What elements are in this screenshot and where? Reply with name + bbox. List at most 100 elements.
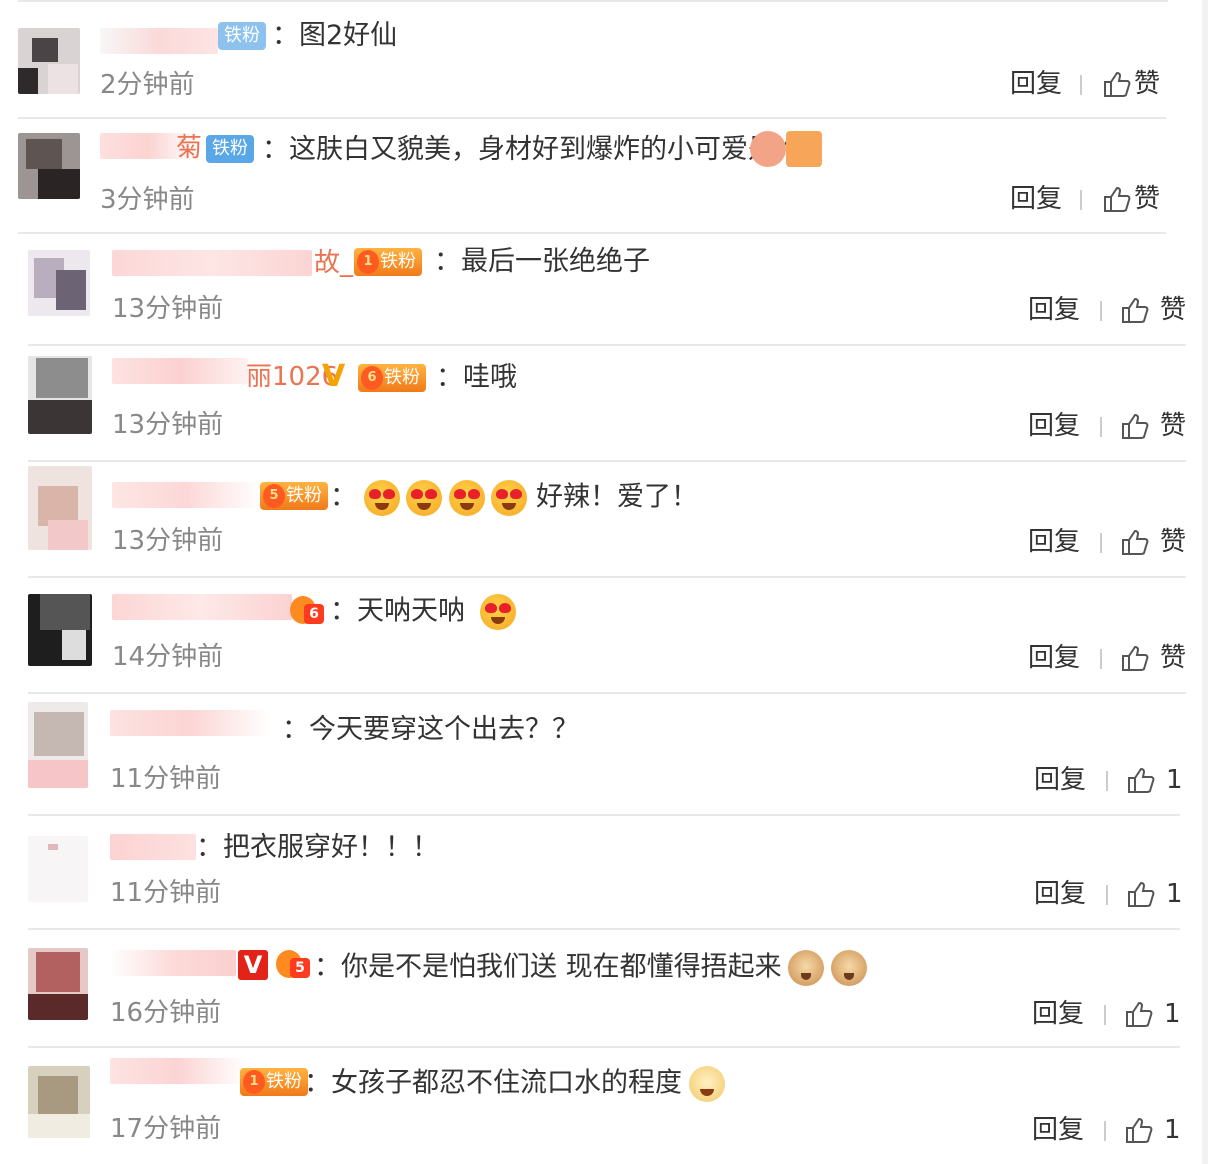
comment-time: 11分钟前 [110, 764, 222, 794]
like-button[interactable]: 赞 [1160, 526, 1186, 558]
avatar[interactable] [28, 594, 92, 666]
username-blurred[interactable] [110, 950, 236, 976]
comment-item: 1 铁粉 ：女孩子都忍不住流口水的程度 17分钟前 回复 1 [28, 1048, 1182, 1162]
divider [1106, 771, 1108, 791]
heart-eyes-emoji-icon [491, 480, 528, 516]
username-tail[interactable]: 菊 [176, 133, 202, 163]
comment-actions: 回复 赞 [1028, 526, 1188, 558]
username-blurred[interactable] [110, 1058, 246, 1084]
username-blurred[interactable] [112, 594, 292, 620]
like-count[interactable]: 1 [1164, 1114, 1181, 1146]
like-count[interactable]: 1 [1166, 764, 1183, 796]
like-button[interactable]: 赞 [1160, 410, 1186, 442]
reply-button[interactable]: 回复 [1032, 1114, 1084, 1146]
comment-text: ：你是不是怕我们送 现在都懂得捂起来 [314, 950, 867, 986]
reply-button[interactable]: 回复 [1032, 998, 1084, 1030]
reply-button[interactable]: 回复 [1028, 526, 1080, 558]
fan-badge: 铁粉 [206, 135, 254, 163]
comment-time: 13分钟前 [112, 294, 224, 324]
thumbs-up-icon[interactable] [1102, 70, 1132, 98]
avatar[interactable] [28, 1066, 90, 1138]
username-blurred[interactable] [100, 28, 218, 54]
reply-button[interactable]: 回复 [1034, 878, 1086, 910]
divider [1104, 1005, 1106, 1025]
divider [1100, 649, 1102, 669]
scrollbar-track[interactable] [1202, 0, 1208, 1164]
comment-text: ：这肤白又貌美，身材好到爆炸的小可爱是谁 [262, 134, 802, 165]
username-blurred[interactable] [112, 482, 260, 508]
comment-actions: 回复 赞 [1028, 410, 1188, 442]
avatar[interactable] [28, 356, 92, 434]
fan-badge: 5 铁粉 [260, 482, 328, 510]
comment-item: V 5 ：你是不是怕我们送 现在都懂得捂起来 16分钟前 回复 1 [28, 930, 1181, 1048]
comment-text: ：把衣服穿好！！！ [196, 832, 439, 863]
comment-time: 2分钟前 [100, 70, 195, 100]
avatar[interactable] [18, 28, 80, 94]
comment-item: 5 铁粉 ： 好辣！爱了！ 13分钟前 回复 赞 [28, 462, 1186, 578]
comment-item: 铁粉 ：图2好仙 2分钟前 回复 赞 [18, 2, 1166, 119]
reply-button[interactable]: 回复 [1034, 764, 1086, 796]
avatar[interactable] [28, 948, 88, 1020]
username-tail[interactable]: 故_ [314, 248, 353, 278]
reply-button[interactable]: 回复 [1010, 183, 1062, 215]
comment-time: 16分钟前 [110, 998, 222, 1028]
divider [1080, 75, 1082, 95]
like-button[interactable]: 赞 [1134, 68, 1160, 100]
reply-button[interactable]: 回复 [1028, 642, 1080, 674]
comment-time: 13分钟前 [112, 410, 224, 440]
thumbs-up-icon[interactable] [1120, 412, 1150, 440]
comment-text: ：图2好仙 [272, 20, 398, 51]
fan-badge: 6 铁粉 [358, 364, 426, 392]
dog-emoji-icon [688, 1066, 725, 1102]
divider [1080, 190, 1082, 210]
username-blurred[interactable] [110, 834, 196, 860]
avatar[interactable] [28, 250, 90, 316]
like-button[interactable]: 赞 [1160, 294, 1186, 326]
crown-badge-icon: 5 [263, 484, 285, 508]
avatar[interactable] [28, 702, 88, 788]
comment-text: ：天呐天呐 [330, 594, 516, 630]
cat-emoji-icon [830, 950, 867, 986]
like-button[interactable]: 赞 [1160, 642, 1186, 674]
like-count[interactable]: 1 [1164, 998, 1181, 1030]
comment-item: 丽1026 V 6 铁粉 ：哇哦 13分钟前 回复 赞 [28, 346, 1186, 462]
thumbs-up-icon[interactable] [1120, 528, 1150, 556]
fan-badge: 1 铁粉 [240, 1068, 308, 1096]
comment-actions: 回复 1 [1032, 1114, 1182, 1146]
fan-badge: 1 铁粉 [354, 248, 422, 276]
comment-item: ：今天要穿这个出去？？ 11分钟前 回复 1 [28, 694, 1183, 816]
thumbs-up-icon[interactable] [1120, 644, 1150, 672]
comment-time: 3分钟前 [100, 185, 195, 215]
comment-time: 17分钟前 [110, 1114, 222, 1144]
comment-actions: 回复 赞 [1010, 183, 1170, 215]
thumbs-up-icon[interactable] [1102, 185, 1132, 213]
comment-item: 故_ 1 铁粉 ：最后一张绝绝子 13分钟前 回复 赞 [28, 234, 1186, 346]
crown-badge-icon: 1 [243, 1070, 265, 1094]
like-count[interactable]: 1 [1166, 878, 1183, 910]
avatar[interactable] [18, 133, 80, 199]
avatar[interactable] [28, 466, 92, 550]
heart-eyes-emoji-icon [406, 480, 443, 516]
thumbs-up-icon[interactable] [1124, 1000, 1154, 1028]
divider [1100, 417, 1102, 437]
avatar[interactable] [28, 836, 88, 902]
like-button[interactable]: 赞 [1134, 183, 1160, 215]
reaction-emoji-icon [786, 131, 822, 167]
thumbs-up-icon[interactable] [1120, 296, 1150, 324]
thumbs-up-icon[interactable] [1126, 766, 1156, 794]
comment-actions: 回复 1 [1034, 764, 1184, 796]
comment-actions: 回复 1 [1034, 878, 1184, 910]
reaction-emoji-icon [750, 131, 786, 167]
crown-badge-icon: 6 [361, 366, 383, 390]
thumbs-up-icon[interactable] [1126, 880, 1156, 908]
reply-button[interactable]: 回复 [1010, 68, 1062, 100]
username-blurred[interactable] [112, 250, 312, 276]
username-blurred[interactable] [110, 710, 270, 736]
comment-time: 11分钟前 [110, 878, 222, 908]
username-blurred[interactable] [112, 358, 248, 384]
thumbs-up-icon[interactable] [1124, 1116, 1154, 1144]
comment-actions: 回复 赞 [1028, 642, 1188, 674]
reply-button[interactable]: 回复 [1028, 294, 1080, 326]
colon-text: ：你是不是怕我们送 现在都懂得捂起来 [314, 951, 782, 983]
reply-button[interactable]: 回复 [1028, 410, 1080, 442]
